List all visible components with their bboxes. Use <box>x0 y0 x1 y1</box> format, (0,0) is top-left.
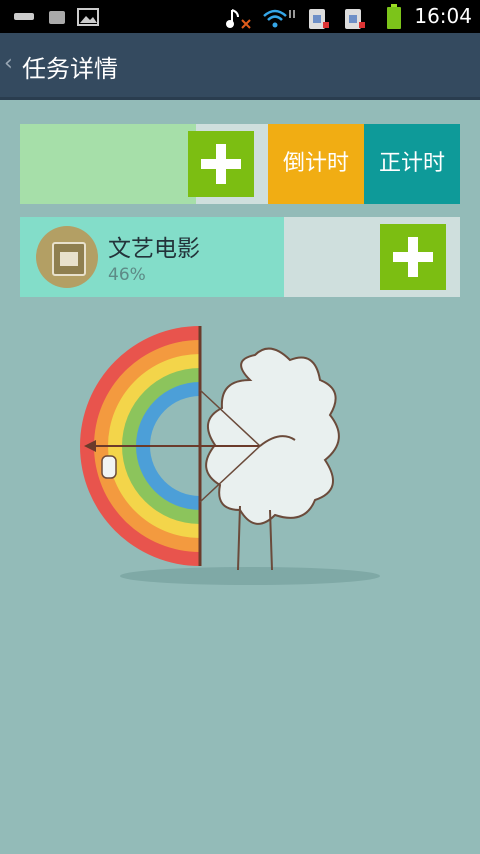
add-timer-button[interactable] <box>188 131 254 197</box>
add-task-time-button[interactable] <box>380 224 446 290</box>
task-percent: 46% <box>108 265 146 285</box>
plus-icon-vertical <box>408 237 418 277</box>
clock: 16:04 <box>414 4 472 28</box>
timer-row: 倒计时 正计时 <box>20 124 460 204</box>
image-icon <box>77 8 99 26</box>
usb-icon <box>14 13 34 20</box>
title-bar: ‹ 任务详情 <box>0 33 480 100</box>
battery-icon <box>387 4 401 29</box>
wifi-icon <box>263 9 295 28</box>
task-row[interactable]: 文艺电影 46% <box>20 217 460 297</box>
countup-button[interactable]: 正计时 <box>364 124 460 204</box>
status-bar: 16:04 <box>0 0 480 33</box>
task-name: 文艺电影 <box>108 236 200 262</box>
back-chevron-icon[interactable]: ‹ <box>4 51 13 76</box>
timer-progress-fill <box>20 124 196 204</box>
sim-card-1-icon <box>309 9 329 29</box>
movie-clapper-icon <box>36 226 98 288</box>
rainbow-archer-illustration <box>80 326 380 585</box>
sim-card-2-icon <box>345 9 365 29</box>
android-debug-icon <box>49 11 65 24</box>
plus-icon-vertical <box>216 144 226 184</box>
countdown-button[interactable]: 倒计时 <box>268 124 364 204</box>
page-title[interactable]: 任务详情 <box>22 49 118 84</box>
music-muted-icon <box>226 9 251 29</box>
